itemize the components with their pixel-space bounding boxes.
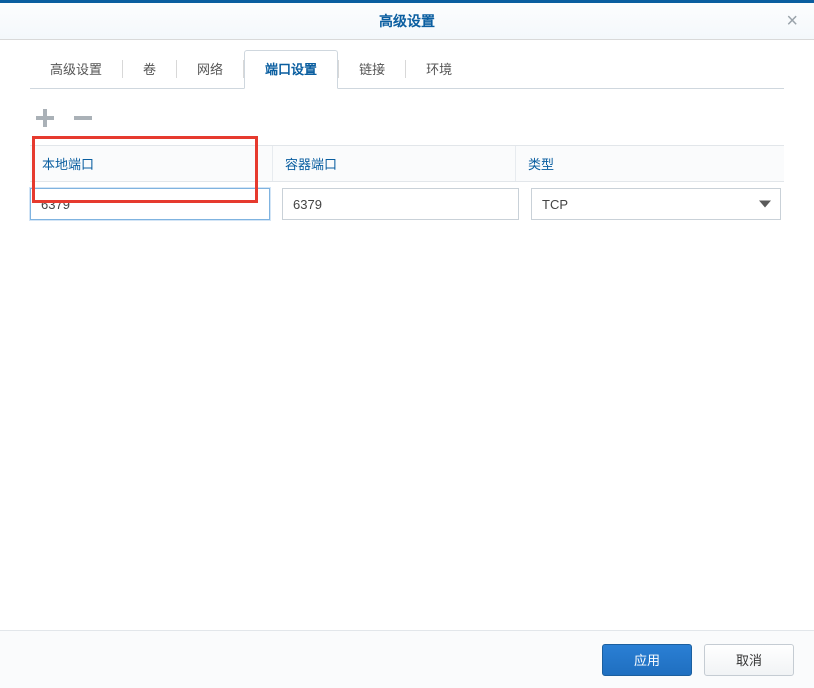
minus-icon <box>72 107 94 129</box>
tab-environment[interactable]: 环境 <box>406 51 472 88</box>
container-port-input[interactable] <box>282 188 519 220</box>
plus-icon <box>34 107 56 129</box>
content-area: 本地端口 容器端口 类型 TCP <box>0 145 814 630</box>
header-container-port[interactable]: 容器端口 <box>273 146 516 181</box>
tab-advanced[interactable]: 高级设置 <box>30 51 122 88</box>
tab-label: 链接 <box>359 62 385 77</box>
tab-label: 高级设置 <box>50 62 102 77</box>
header-local-port[interactable]: 本地端口 <box>30 146 273 181</box>
footer: 应用 取消 <box>0 630 814 688</box>
tab-label: 网络 <box>197 62 223 77</box>
local-port-input[interactable] <box>30 188 270 220</box>
dialog-title: 高级设置 <box>379 11 435 31</box>
table-row: TCP <box>30 182 784 226</box>
tab-label: 卷 <box>143 62 156 77</box>
tab-links[interactable]: 链接 <box>339 51 405 88</box>
type-select-value: TCP <box>531 188 781 220</box>
table-header: 本地端口 容器端口 类型 <box>30 145 784 182</box>
tab-port-settings[interactable]: 端口设置 <box>244 50 338 89</box>
cancel-button[interactable]: 取消 <box>704 644 794 676</box>
type-select[interactable]: TCP <box>531 188 781 220</box>
toolbar <box>0 89 814 145</box>
title-bar: 高级设置 × <box>0 3 814 40</box>
tab-label: 端口设置 <box>265 62 317 77</box>
remove-row-button[interactable] <box>68 103 98 133</box>
tab-label: 环境 <box>426 62 452 77</box>
advanced-settings-dialog: 高级设置 × 高级设置 卷 网络 端口设置 链接 环境 本地端口 <box>0 0 814 688</box>
tab-network[interactable]: 网络 <box>177 51 243 88</box>
header-type[interactable]: 类型 <box>516 146 784 181</box>
tab-volume[interactable]: 卷 <box>123 51 176 88</box>
add-row-button[interactable] <box>30 103 60 133</box>
apply-button[interactable]: 应用 <box>602 644 692 676</box>
tabs: 高级设置 卷 网络 端口设置 链接 环境 <box>0 40 814 88</box>
close-icon[interactable]: × <box>780 11 804 31</box>
